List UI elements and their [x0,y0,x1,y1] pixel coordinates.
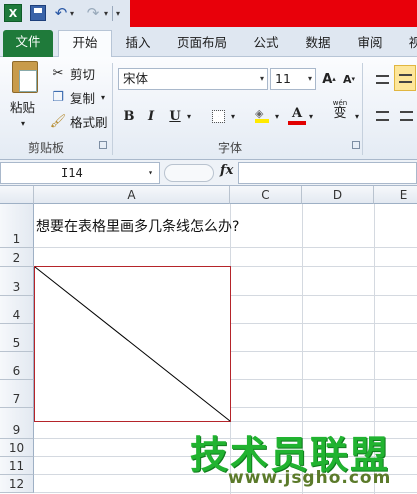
formula-input[interactable] [238,162,417,184]
undo-icon[interactable]: ↶ [52,3,70,23]
scissors-icon: ✂ [52,65,64,81]
clipboard-launcher-icon[interactable] [99,141,107,149]
font-group-label: 字体 [218,141,243,155]
clipboard-group-label: 剪贴板 [28,141,65,155]
font-size-dropdown-icon[interactable]: ▾ [308,69,312,89]
border-dropdown-icon[interactable]: ▾ [228,105,238,127]
paste-dropdown-icon[interactable]: ▾ [21,119,25,128]
copy-icon: ❐ [52,89,64,105]
row-header-10[interactable]: 10 [0,439,34,457]
tab-insert[interactable]: 插入 [118,31,158,57]
diagonal-border-cell[interactable] [34,266,232,424]
underline-button[interactable]: U [166,105,184,127]
row-header-9[interactable]: 9 [0,422,34,439]
font-color-button[interactable]: A [288,105,306,125]
column-header-d[interactable]: D [302,186,374,204]
phonetic-dropdown-icon[interactable]: ▾ [352,105,362,127]
customize-toolbar-icon[interactable]: ▾ [116,3,120,23]
font-color-dropdown-icon[interactable]: ▾ [306,105,316,127]
font-launcher-icon[interactable] [352,141,360,149]
row-header-3[interactable]: 3 [0,267,34,296]
tab-formulas[interactable]: 公式 [244,31,288,57]
title-bar: X ↶ ▾ ↷ ▾ ▾ [0,0,417,27]
excel-app-icon[interactable]: X [4,4,22,22]
undo-dropdown-icon[interactable]: ▾ [70,3,74,23]
row-header-6[interactable]: 6 [0,352,34,380]
save-icon[interactable] [30,5,46,21]
redo-dropdown-icon[interactable]: ▾ [104,3,108,23]
tab-view[interactable]: 视 [400,31,417,57]
paste-button[interactable]: 粘贴 [10,97,35,116]
column-header-c[interactable]: C [230,186,302,204]
tab-data[interactable]: 数据 [296,31,340,57]
name-box[interactable]: I14 ▾ [0,162,160,184]
cell-a1[interactable]: 想要在表格里画多几条线怎么办? [36,216,239,236]
watermark: 技术员联盟 www.jsgho.com [180,424,417,494]
row-header-2[interactable]: 2 [0,248,34,267]
fill-color-dropdown-icon[interactable]: ▾ [272,105,282,127]
cut-button[interactable]: ✂ 剪切 [50,63,95,83]
fill-color-icon[interactable]: ◈ [252,105,272,127]
column-header-a[interactable]: A [34,186,230,204]
tab-file[interactable]: 文件 [3,30,53,57]
copy-button[interactable]: ❐ 复制 ▾ [50,87,105,107]
row-header-7[interactable]: 7 [0,380,34,408]
redo-icon[interactable]: ↷ [84,3,102,23]
title-bar-accent [130,0,417,27]
grow-font-button[interactable]: A ▴ [320,68,338,90]
font-name-dropdown-icon[interactable]: ▾ [260,69,264,89]
tab-home[interactable]: 开始 [58,30,112,57]
watermark-url: www.jsgho.com [228,468,392,488]
align-left-icon[interactable] [372,105,392,127]
align-middle-icon[interactable] [394,65,416,91]
row-header-5[interactable]: 5 [0,324,34,352]
ribbon-tabs: 文件 开始 插入 页面布局 公式 数据 审阅 视 [0,27,417,57]
ribbon: 粘贴 ▾ ✂ 剪切 ❐ 复制 ▾ 🖌 格式刷 剪贴板 宋体 ▾ 11 ▾ A ▴ … [0,57,417,160]
row-header-1[interactable]: 1 [0,204,34,248]
phonetic-button[interactable]: wén 变 [328,99,352,121]
underline-dropdown-icon[interactable]: ▾ [184,105,194,127]
tab-review[interactable]: 审阅 [348,31,392,57]
row-header-12[interactable]: 12 [0,475,34,493]
insert-function-icon[interactable]: fx [220,163,233,178]
border-icon[interactable] [208,105,228,127]
format-painter-button[interactable]: 🖌 格式刷 [50,111,108,131]
align-top-icon[interactable] [372,68,392,90]
row-header-4[interactable]: 4 [0,296,34,324]
paste-icon[interactable] [12,61,38,93]
align-center-icon[interactable] [396,105,416,127]
bold-button[interactable]: B [120,105,138,127]
paintbrush-icon: 🖌 [49,113,67,129]
formula-bar: I14 ▾ fx [0,160,417,186]
shrink-font-button[interactable]: A ▾ [340,68,358,90]
font-size-combo[interactable]: 11 ▾ [270,68,316,90]
tab-page-layout[interactable]: 页面布局 [168,31,236,57]
formula-bar-controls [164,164,214,182]
font-name-combo[interactable]: 宋体 ▾ [118,68,268,90]
column-header-e[interactable]: E [374,186,417,204]
italic-button[interactable]: I [142,105,160,127]
row-header-11[interactable]: 11 [0,457,34,475]
name-box-dropdown-icon[interactable]: ▾ [148,163,153,183]
select-all-corner[interactable] [0,186,34,204]
copy-dropdown-icon[interactable]: ▾ [101,93,105,102]
